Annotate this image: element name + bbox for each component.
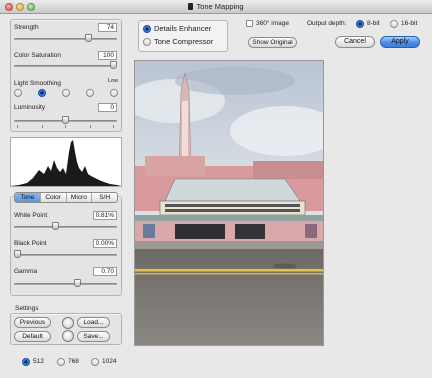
image-360-label: 360° image [256, 20, 289, 27]
gamma-slider-thumb[interactable] [73, 279, 81, 287]
previous-settings-button[interactable]: Previous [14, 317, 51, 328]
black-point-label: Black Point [14, 240, 47, 247]
light-smoothing-option-1[interactable] [14, 89, 22, 97]
details-enhancer-radio[interactable] [143, 25, 151, 33]
white-point-slider-track [14, 226, 117, 228]
color-saturation-label: Color Saturation [14, 52, 61, 59]
strength-slider-track [14, 38, 117, 40]
window-title-area: Tone Mapping [0, 2, 432, 11]
light-smoothing-low-label: Low [108, 78, 119, 84]
black-point-slider-track [14, 254, 117, 256]
tone-compressor-radio[interactable] [143, 38, 151, 46]
gamma-slider-track [14, 283, 117, 285]
load-settings-button[interactable]: Load... [77, 317, 110, 328]
settings-indicator-icon-2 [62, 330, 74, 342]
preview-1024-label: 1024 [102, 358, 117, 365]
luminosity-slider-thumb[interactable] [62, 116, 69, 124]
tab-color[interactable]: Color [41, 193, 67, 202]
image-360-checkbox[interactable] [246, 20, 253, 27]
preview-1024-radio[interactable] [91, 358, 99, 366]
tone-compressor-label: Tone Compressor [154, 37, 214, 46]
black-point-slider-thumb[interactable] [14, 250, 21, 258]
show-original-button[interactable]: Show Original [248, 37, 297, 48]
default-settings-button[interactable]: Default [14, 331, 51, 342]
tab-sh[interactable]: S/H [92, 193, 117, 202]
apply-button[interactable]: Apply [380, 36, 420, 48]
depth-8-bit-radio[interactable] [356, 20, 364, 28]
settings-indicator-icon [62, 317, 74, 329]
preview-512-label: 512 [33, 358, 44, 365]
luminosity-label: Luminosity [14, 104, 46, 111]
depth-16-bit-radio[interactable] [390, 20, 398, 28]
window-title: Tone Mapping [196, 2, 244, 11]
light-smoothing-option-4[interactable] [86, 89, 94, 97]
histogram-graph [11, 140, 121, 186]
light-smoothing-option-5[interactable] [110, 89, 118, 97]
color-saturation-slider-track [14, 65, 117, 67]
strength-slider-thumb[interactable] [85, 34, 93, 42]
depth-16-bit-label: 16-bit [401, 20, 418, 27]
save-settings-button[interactable]: Save... [77, 331, 110, 342]
image-preview[interactable] [134, 60, 324, 346]
strength-label: Strength [14, 24, 39, 31]
document-icon [188, 3, 194, 10]
preview-768-label: 768 [68, 358, 79, 365]
gamma-value-field[interactable]: 0.70 [93, 267, 117, 276]
adjustment-tabs: Tone Color Micro S/H [14, 192, 118, 203]
strength-value-field[interactable]: 74 [98, 23, 117, 32]
black-point-value-field[interactable]: 0.00% [93, 239, 117, 248]
color-saturation-slider-thumb[interactable] [110, 61, 117, 69]
white-point-label: White Point [14, 212, 48, 219]
gamma-label: Gamma [14, 268, 38, 275]
tab-micro[interactable]: Micro [67, 193, 93, 202]
light-smoothing-label: Light Smoothing [14, 80, 61, 87]
depth-8-bit-label: 8-bit [367, 20, 380, 27]
tab-tone[interactable]: Tone [15, 193, 41, 202]
histogram [10, 137, 122, 187]
preview-512-radio[interactable] [22, 358, 30, 366]
details-enhancer-label: Details Enhancer [154, 24, 212, 33]
cancel-button[interactable]: Cancel [335, 36, 375, 48]
theater-photo [135, 61, 323, 345]
color-saturation-value-field[interactable]: 100 [98, 51, 117, 60]
luminosity-ticks [14, 125, 117, 128]
light-smoothing-option-3[interactable] [62, 89, 70, 97]
output-depth-label: Output depth: [307, 20, 347, 27]
white-point-slider-thumb[interactable] [52, 222, 60, 230]
light-smoothing-option-2[interactable] [38, 89, 46, 97]
luminosity-value-field[interactable]: 0 [98, 103, 117, 112]
white-point-value-field[interactable]: 0.81% [93, 211, 117, 220]
settings-title: Settings [15, 305, 39, 312]
preview-768-radio[interactable] [57, 358, 65, 366]
